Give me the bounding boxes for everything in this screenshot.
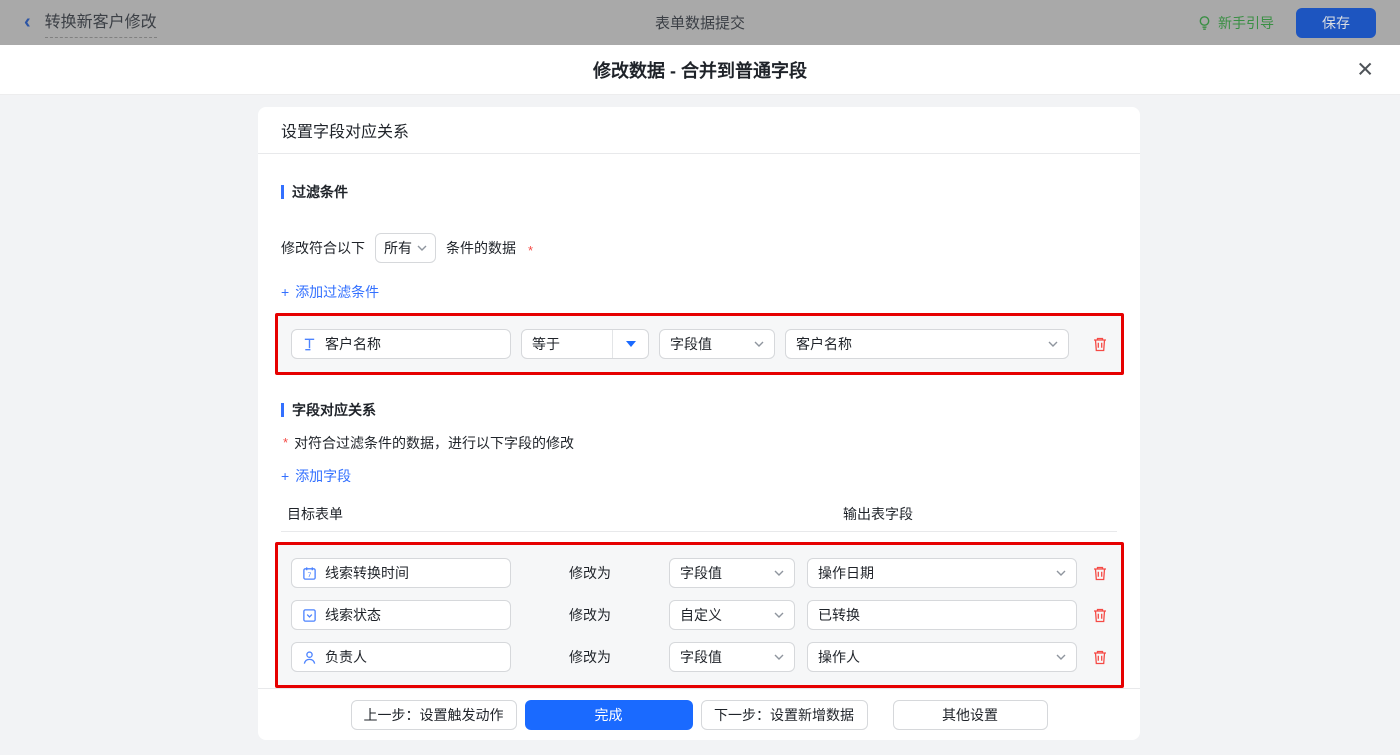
dialog-body: 设置字段对应关系 过滤条件 修改符合以下 所有 条件的数据 * + 添加过滤条件… <box>0 95 1400 755</box>
delete-row-trash-icon[interactable] <box>1092 607 1108 624</box>
field-mapping-highlight-box: 7 线索转换时间 修改为 字段值 操作日期 线索状态 修改为 自定义 已转换 负… <box>275 542 1124 689</box>
required-asterisk: * <box>283 435 289 451</box>
delete-condition-trash-icon[interactable] <box>1092 336 1108 353</box>
chevron-down-icon <box>1056 654 1066 661</box>
lightbulb-icon <box>1197 15 1212 31</box>
modify-to-label: 修改为 <box>569 565 611 582</box>
modify-to-label: 修改为 <box>569 607 611 624</box>
output-field-select[interactable]: 操作人 <box>807 642 1077 673</box>
delete-row-trash-icon[interactable] <box>1092 649 1108 666</box>
person-icon <box>302 650 317 665</box>
select-field-icon <box>302 608 317 623</box>
target-field-input[interactable]: 线索状态 <box>291 600 511 631</box>
mapping-column-headers: 目标表单 输出表字段 <box>258 504 1140 523</box>
filter-section-title: 过滤条件 <box>281 182 1140 202</box>
output-field-select[interactable]: 操作日期 <box>807 558 1077 589</box>
calendar-icon: 7 <box>302 566 317 581</box>
chevron-down-icon <box>1048 341 1058 348</box>
condition-operator-select[interactable]: 等于 <box>521 329 649 360</box>
dropdown-triangle-icon[interactable] <box>612 330 648 359</box>
save-button[interactable]: 保存 <box>1296 7 1376 38</box>
target-form-column-header: 目标表单 <box>287 506 343 523</box>
mapping-row: 7 线索转换时间 修改为 字段值 操作日期 <box>291 558 1108 589</box>
modify-to-label: 修改为 <box>569 649 611 666</box>
chevron-down-icon <box>754 341 764 348</box>
value-type-select[interactable]: 字段值 <box>669 642 795 673</box>
section-marker <box>281 185 284 200</box>
delete-row-trash-icon[interactable] <box>1092 565 1108 582</box>
dialog-footer: 上一步：设置触发动作 完成 下一步：设置新增数据 其他设置 <box>258 688 1140 740</box>
topbar: ‹ 转换新客户修改 表单数据提交 新手引导 保存 <box>0 0 1400 45</box>
prev-step-button[interactable]: 上一步：设置触发动作 <box>350 699 517 730</box>
close-icon[interactable]: ✕ <box>1356 59 1374 80</box>
chevron-down-icon <box>774 612 784 619</box>
beginner-guide-link[interactable]: 新手引导 <box>1197 13 1274 33</box>
match-condition-row: 修改符合以下 所有 条件的数据 * <box>281 233 1140 264</box>
card-title: 设置字段对应关系 <box>258 107 1140 155</box>
mapping-section-title: 字段对应关系 <box>281 400 1140 420</box>
divider <box>281 531 1117 533</box>
value-type-select[interactable]: 字段值 <box>669 558 795 589</box>
chevron-down-icon <box>417 245 427 252</box>
match-prefix-label: 修改符合以下 <box>281 240 365 257</box>
condition-value-type-select[interactable]: 字段值 <box>659 329 775 360</box>
next-step-button[interactable]: 下一步：设置新增数据 <box>700 699 868 730</box>
condition-field-input[interactable]: 客户名称 <box>291 329 511 360</box>
guide-label: 新手引导 <box>1218 14 1274 31</box>
required-asterisk: * <box>528 242 534 258</box>
svg-text:7: 7 <box>307 571 311 579</box>
section-marker <box>281 403 284 418</box>
filter-condition-highlight-box: 客户名称 等于 字段值 客户名称 <box>275 313 1124 376</box>
flow-name[interactable]: 转换新客户修改 <box>44 8 157 38</box>
mapping-description: * 对符合过滤条件的数据，进行以下字段的修改 <box>283 435 575 452</box>
add-filter-condition-link[interactable]: + 添加过滤条件 <box>281 282 379 302</box>
custom-value-input[interactable]: 已转换 <box>807 600 1077 631</box>
chevron-down-icon <box>1056 570 1066 577</box>
dialog-header: 修改数据 - 合并到普通字段 ✕ <box>0 45 1400 95</box>
match-suffix-label: 条件的数据 <box>446 240 516 257</box>
mapping-row: 负责人 修改为 字段值 操作人 <box>291 642 1108 673</box>
match-mode-select[interactable]: 所有 <box>375 233 436 264</box>
page-title: 表单数据提交 <box>654 15 746 32</box>
plus-icon: + <box>281 284 290 301</box>
mapping-row: 线索状态 修改为 自定义 已转换 <box>291 600 1108 631</box>
target-field-input[interactable]: 负责人 <box>291 642 511 673</box>
done-button[interactable]: 完成 <box>524 699 693 730</box>
chevron-down-icon <box>774 654 784 661</box>
target-field-input[interactable]: 7 线索转换时间 <box>291 558 511 589</box>
chevron-down-icon <box>774 570 784 577</box>
settings-card: 设置字段对应关系 过滤条件 修改符合以下 所有 条件的数据 * + 添加过滤条件… <box>258 107 1140 740</box>
other-settings-button[interactable]: 其他设置 <box>892 699 1048 730</box>
text-field-icon <box>302 337 317 352</box>
condition-value-select[interactable]: 客户名称 <box>785 329 1069 360</box>
dialog-title: 修改数据 - 合并到普通字段 <box>593 60 807 81</box>
plus-icon: + <box>281 468 290 485</box>
back-icon[interactable]: ‹ <box>24 12 31 32</box>
add-field-link[interactable]: + 添加字段 <box>281 466 351 486</box>
value-type-select[interactable]: 自定义 <box>669 600 795 631</box>
output-field-column-header: 输出表字段 <box>843 506 913 523</box>
